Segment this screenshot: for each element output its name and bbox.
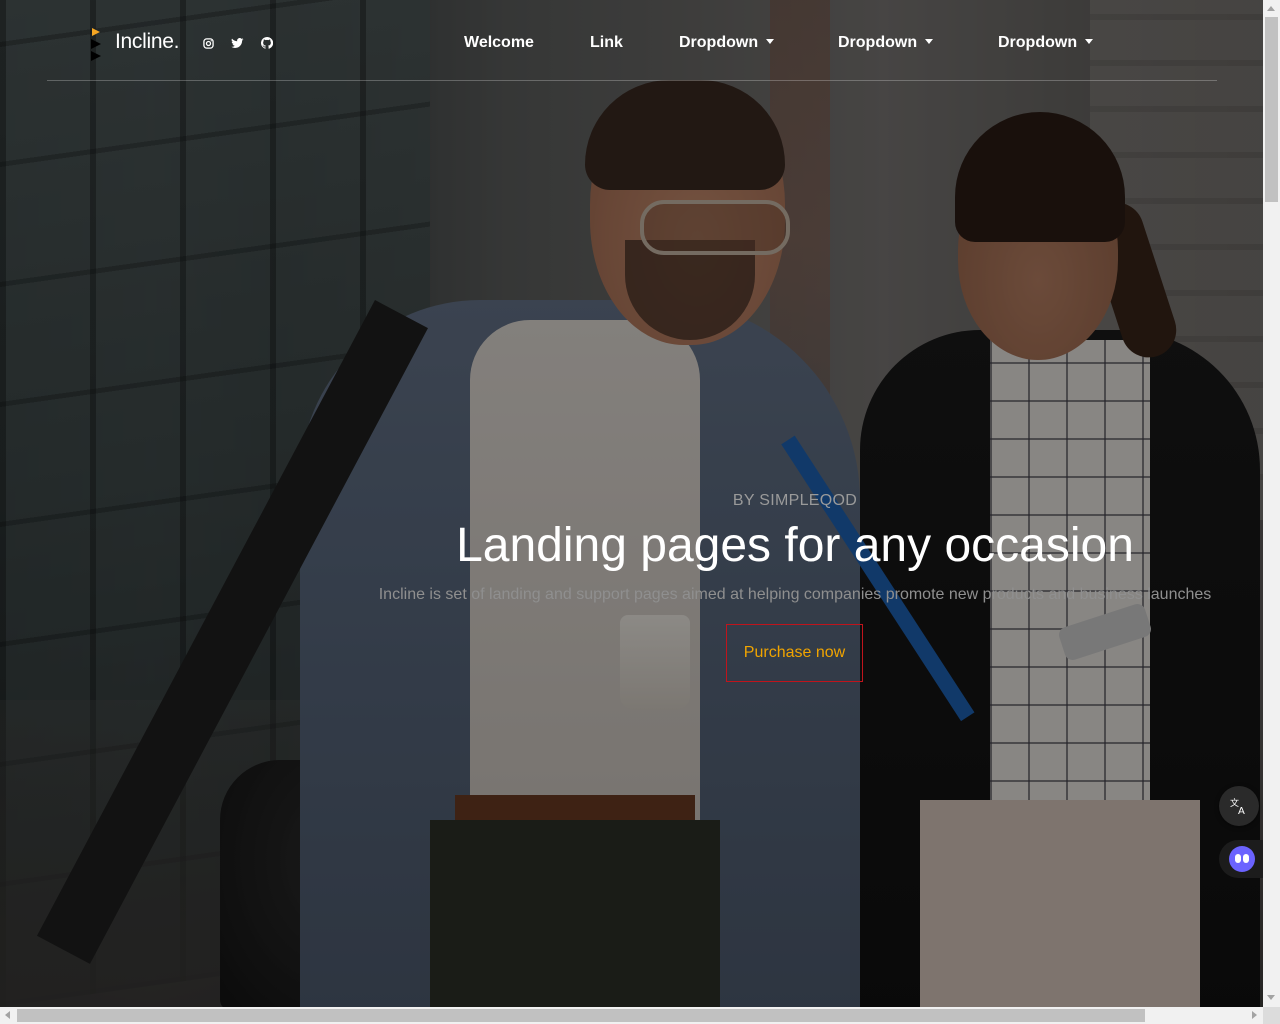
horizontal-scroll-thumb[interactable] xyxy=(17,1009,1145,1022)
scroll-down-icon[interactable] xyxy=(1267,995,1275,1000)
brand-name[interactable]: Incline. xyxy=(115,30,179,54)
hero-eyebrow: BY SIMPLEQOD xyxy=(732,492,858,509)
hero-subhead: Incline is set of landing and support pa… xyxy=(378,586,1212,603)
scroll-left-icon[interactable] xyxy=(5,1011,10,1019)
nav-item-link[interactable]: Link xyxy=(590,34,623,52)
nav-item-label: Dropdown xyxy=(679,34,759,51)
nav-dropdown-2[interactable]: Dropdown xyxy=(838,34,934,52)
scroll-up-icon[interactable] xyxy=(1267,6,1275,11)
nav-dropdown-3[interactable]: Dropdown xyxy=(998,34,1094,52)
caret-down-icon xyxy=(766,39,775,44)
translate-icon[interactable]: 文 A xyxy=(1219,786,1259,826)
nav-item-label: Link xyxy=(590,34,623,51)
svg-text:A: A xyxy=(1238,806,1245,816)
vertical-scroll-thumb[interactable] xyxy=(1265,17,1278,202)
nav-item-label: Welcome xyxy=(464,34,534,51)
caret-down-icon xyxy=(1085,39,1094,44)
twitter-icon[interactable] xyxy=(230,36,244,50)
assistant-bot-icon[interactable] xyxy=(1219,840,1263,878)
nav-item-label: Dropdown xyxy=(998,34,1078,51)
scrollbar-corner xyxy=(1263,1007,1280,1024)
top-navbar: Incline. Welcome Link Dropdown Dropdown … xyxy=(47,0,1217,81)
github-icon[interactable] xyxy=(260,36,274,50)
nav-item-label: Dropdown xyxy=(838,34,918,51)
nav-item-welcome[interactable]: Welcome xyxy=(464,34,534,52)
caret-down-icon xyxy=(925,39,934,44)
purchase-now-button[interactable]: Purchase now xyxy=(726,624,863,682)
bot-face-icon xyxy=(1229,846,1255,872)
brand-logo-icon[interactable] xyxy=(89,27,103,61)
hero-headline: Landing pages for any occasion xyxy=(456,519,1134,572)
nav-dropdown-1[interactable]: Dropdown xyxy=(679,34,775,52)
horizontal-scrollbar[interactable] xyxy=(0,1007,1263,1024)
instagram-icon[interactable] xyxy=(201,36,215,50)
scroll-right-icon[interactable] xyxy=(1252,1011,1257,1019)
vertical-scrollbar[interactable] xyxy=(1263,0,1280,1007)
